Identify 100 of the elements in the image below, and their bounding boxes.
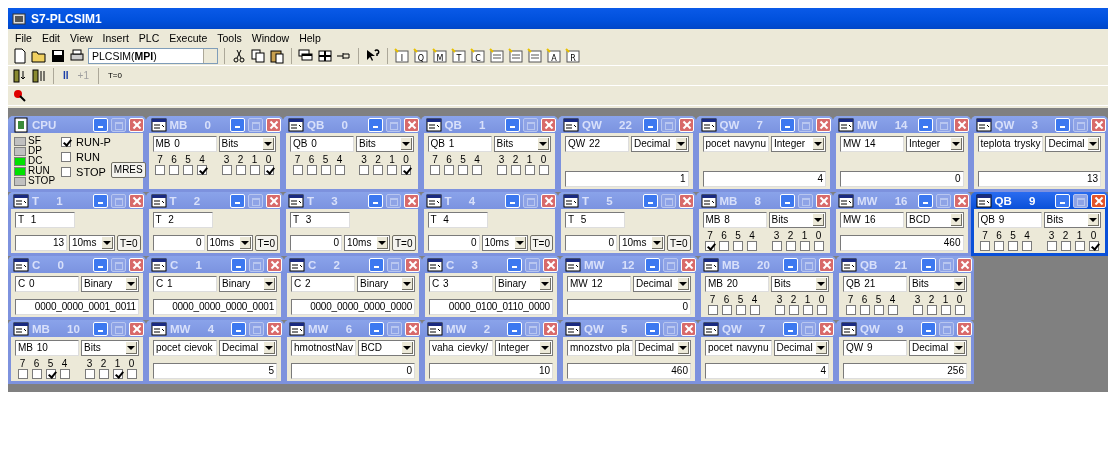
insert-window-icon[interactable]: I — [394, 47, 410, 64]
minimize-button[interactable] — [645, 257, 660, 272]
close-button[interactable] — [957, 321, 972, 336]
address-field[interactable]: T 1 — [15, 212, 75, 228]
format-dropdown[interactable]: Bits — [909, 276, 967, 292]
bit-checkbox[interactable] — [813, 241, 824, 251]
address-field[interactable]: QW 9 — [843, 340, 907, 356]
value-field[interactable]: 1 — [565, 171, 689, 187]
close-button[interactable] — [953, 117, 969, 132]
bit-checkbox[interactable] — [263, 165, 274, 175]
bit-checkbox[interactable] — [816, 305, 827, 315]
close-button[interactable] — [543, 257, 558, 272]
address-field[interactable]: C 0 — [15, 276, 79, 292]
format-dropdown[interactable]: Decimal — [219, 340, 277, 356]
minimize-button[interactable] — [230, 117, 245, 132]
paste-icon[interactable] — [269, 47, 285, 64]
menu-item[interactable]: Execute — [164, 31, 213, 44]
bit-checkbox[interactable] — [705, 241, 715, 251]
insert-window-icon[interactable]: T — [451, 47, 467, 64]
reset-timer-button[interactable]: T=0 — [529, 235, 553, 251]
close-button[interactable] — [1091, 117, 1106, 132]
bit-checkbox[interactable] — [954, 305, 965, 315]
value-field[interactable]: 5 — [153, 363, 277, 379]
address-field[interactable]: T 3 — [290, 212, 350, 228]
minimize-button[interactable] — [642, 117, 658, 132]
cut-icon[interactable] — [231, 47, 247, 64]
menu-item[interactable]: Edit — [36, 31, 65, 44]
bit-checkbox[interactable] — [169, 165, 179, 175]
close-button[interactable] — [129, 321, 144, 336]
address-field[interactable]: MW 16 — [840, 212, 904, 228]
close-button[interactable] — [266, 117, 281, 132]
close-button[interactable] — [953, 193, 969, 208]
address-field[interactable]: pocet navynu — [702, 136, 769, 152]
insert-window-icon[interactable]: R — [565, 47, 581, 64]
reset-timer-button[interactable]: T=0 — [254, 235, 278, 251]
bit-checkbox[interactable] — [788, 305, 799, 315]
close-button[interactable] — [403, 117, 419, 132]
address-field[interactable]: MB 10 — [15, 340, 79, 356]
menu-item[interactable]: Insert — [97, 31, 134, 44]
close-button[interactable] — [128, 117, 144, 132]
value-field[interactable]: 0 — [567, 299, 691, 315]
format-dropdown[interactable]: BCD — [357, 340, 415, 356]
address-field[interactable]: MB 8 — [702, 212, 767, 228]
format-dropdown[interactable]: Binary — [495, 276, 553, 292]
menu-item[interactable]: PLC — [133, 31, 165, 44]
save-icon[interactable] — [50, 47, 66, 64]
format-dropdown[interactable]: Binary — [81, 276, 139, 292]
copy-icon[interactable] — [250, 47, 266, 64]
bit-checkbox[interactable] — [912, 305, 923, 315]
address-field[interactable]: hmotnostNav — [291, 340, 356, 356]
bit-checkbox[interactable] — [1088, 241, 1099, 251]
close-button[interactable] — [541, 193, 556, 208]
pause-button[interactable]: II — [60, 70, 72, 81]
address-field[interactable]: QB 0 — [290, 136, 354, 152]
close-button[interactable] — [816, 193, 831, 208]
minimize-button[interactable] — [93, 321, 108, 336]
value-field[interactable]: 460 — [840, 235, 964, 251]
reset-timer-button[interactable]: T=0 — [667, 235, 691, 251]
bit-checkbox[interactable] — [1046, 241, 1057, 251]
format-dropdown[interactable]: Binary — [219, 276, 277, 292]
format-dropdown[interactable]: BCD — [906, 212, 964, 228]
close-button[interactable] — [819, 321, 834, 336]
format-dropdown[interactable]: Bits — [81, 340, 139, 356]
bit-checkbox[interactable] — [1008, 241, 1018, 251]
bit-checkbox[interactable] — [401, 165, 411, 175]
address-field[interactable]: T 5 — [565, 212, 625, 228]
insert-window-icon[interactable] — [489, 47, 505, 64]
address-field[interactable]: MW 12 — [567, 276, 631, 292]
minimize-button[interactable] — [505, 193, 520, 208]
close-button[interactable] — [541, 117, 556, 132]
address-field[interactable]: mnozstvo pla — [567, 340, 633, 356]
minimize-button[interactable] — [783, 321, 798, 336]
bit-checkbox[interactable] — [802, 305, 813, 315]
time-base-dropdown[interactable]: 10ms — [619, 235, 665, 251]
insert-window-icon[interactable]: Q — [413, 47, 429, 64]
menu-item[interactable]: File — [10, 31, 37, 44]
format-dropdown[interactable]: Bits — [493, 136, 551, 152]
address-field[interactable]: QB 21 — [843, 276, 907, 292]
value-field[interactable]: 0 — [427, 235, 480, 251]
address-field[interactable]: teplota trysky — [977, 136, 1044, 152]
insert-window-icon[interactable] — [527, 47, 543, 64]
bit-checkbox[interactable] — [774, 305, 785, 315]
close-button[interactable] — [816, 117, 831, 132]
bit-checkbox[interactable] — [320, 165, 331, 175]
format-dropdown[interactable]: Binary — [357, 276, 415, 292]
bit-checkbox[interactable] — [359, 165, 369, 175]
minimize-button[interactable] — [921, 321, 936, 336]
value-field[interactable]: 460 — [567, 363, 691, 379]
minimize-button[interactable] — [231, 257, 246, 272]
close-button[interactable] — [957, 257, 972, 272]
value-field[interactable]: 4 — [702, 171, 826, 187]
value-field[interactable]: 256 — [843, 363, 967, 379]
bit-checkbox[interactable] — [306, 165, 317, 175]
minimize-button[interactable] — [642, 193, 658, 208]
value-field[interactable]: 0 — [291, 363, 415, 379]
close-button[interactable] — [543, 321, 558, 336]
minimize-button[interactable] — [369, 257, 384, 272]
insert-window-icon[interactable]: C — [470, 47, 486, 64]
value-field[interactable]: 0 — [840, 171, 964, 187]
address-field[interactable]: C 1 — [153, 276, 217, 292]
